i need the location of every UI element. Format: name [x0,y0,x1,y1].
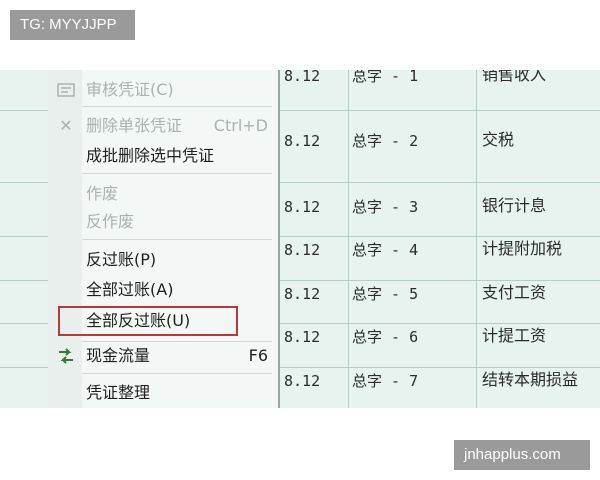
highlight-box [58,306,238,336]
menu-separator [82,106,272,107]
menu-separator [82,173,272,174]
menu-item-label: 作废 [86,184,119,203]
context-menu: 审核凭证(C) ✕ 删除单张凭证 Ctrl+D 成批删除选中凭证 作废 反作废 … [48,70,280,408]
voucher-cell: 总字 - 5 [352,285,419,303]
date-cell: 8.12 [284,70,321,85]
voucher-cell: 总字 - 6 [352,328,419,346]
date-cell: 8.12 [284,132,321,150]
table-divider [476,70,477,408]
voucher-cell: 总字 - 4 [352,241,419,259]
date-cell: 8.12 [284,372,321,390]
date-cell: 8.12 [284,285,321,303]
watermark-top-left: TG: MYYJJPP [10,10,135,40]
date-cell: 8.12 [284,198,321,216]
cash-flow-icon [56,346,76,366]
menu-item-label: 成批删除选中凭证 [86,146,215,165]
voucher-cell: 总字 - 7 [352,372,419,390]
accounting-screenshot: 8.12 总字 - 1 销售收入 8.12 总字 - 2 交税 8.12 总字 … [0,70,600,408]
menu-item-label: 凭证整理 [86,383,151,402]
watermark-bottom-right: jnhapplus.com [454,440,590,470]
menu-item-shortcut: F6 [248,346,268,365]
voucher-cell: 总字 - 1 [352,70,419,85]
summary-cell: 银行计息 [482,196,547,215]
voucher-cell: 总字 - 3 [352,198,419,216]
menu-item-label: 删除单张凭证 [86,116,183,135]
summary-cell: 计提附加税 [482,239,563,258]
date-cell: 8.12 [284,241,321,259]
menu-item-label: 现金流量 [86,346,151,365]
summary-cell: 销售收入 [482,70,547,84]
menu-separator [82,373,272,374]
review-icon [56,80,76,100]
date-cell: 8.12 [284,328,321,346]
delete-x-icon: ✕ [59,116,73,135]
menu-separator [82,239,272,240]
menu-item-label: 反过账(P) [86,250,157,269]
menu-item-shortcut: Ctrl+D [213,116,268,135]
menu-separator [82,341,272,342]
menu-item-label: 反作废 [86,212,135,231]
voucher-cell: 总字 - 2 [352,132,419,150]
summary-cell: 计提工资 [482,326,547,345]
summary-cell: 结转本期损益 [482,370,579,389]
summary-cell: 交税 [482,130,515,149]
table-divider [348,70,349,408]
menu-item-label: 全部过账(A) [86,280,174,299]
summary-cell: 支付工资 [482,283,547,302]
menu-item-label: 审核凭证(C) [86,80,174,99]
